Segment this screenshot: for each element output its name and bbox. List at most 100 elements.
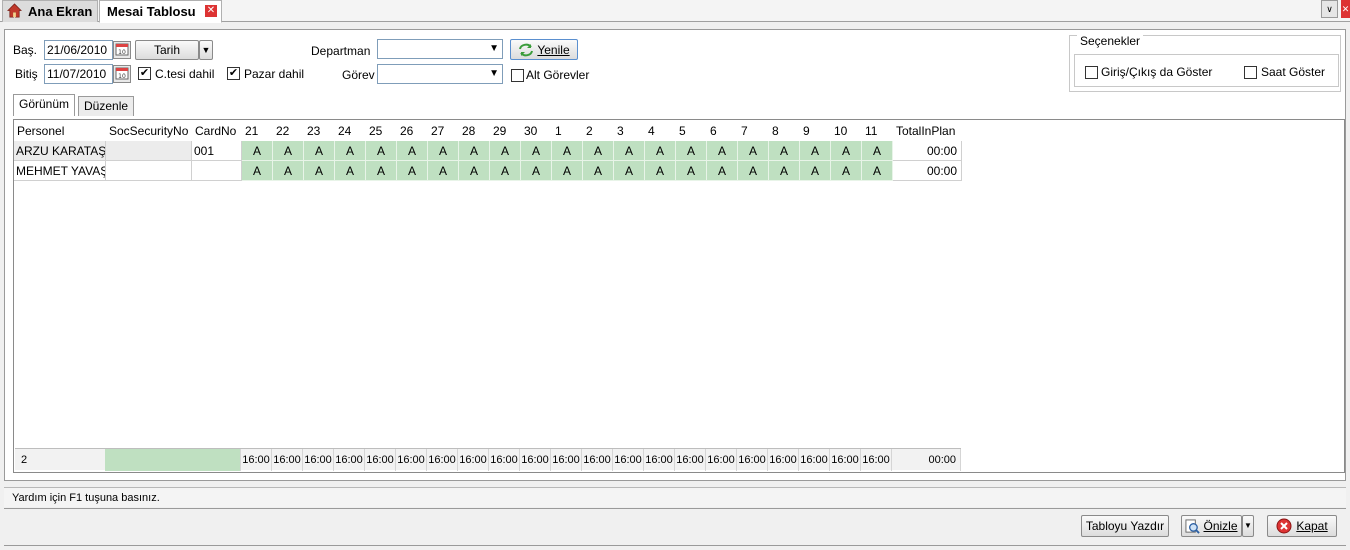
column-header[interactable]: 11 <box>862 121 893 141</box>
show-hours-checkbox[interactable] <box>1244 66 1257 79</box>
day-cell[interactable]: A <box>707 141 738 161</box>
day-cell[interactable]: A <box>521 161 552 181</box>
day-cell[interactable]: A <box>397 161 428 181</box>
column-header[interactable]: 21 <box>242 121 273 141</box>
ssn-cell[interactable] <box>106 161 192 181</box>
role-select[interactable]: ▼ <box>377 64 503 84</box>
close-icon[interactable]: ✕ <box>205 5 217 17</box>
column-header[interactable]: TotalInPlan <box>893 121 962 141</box>
day-cell[interactable]: A <box>583 141 614 161</box>
card-cell[interactable]: 001 <box>192 141 242 161</box>
day-cell[interactable]: A <box>490 161 521 181</box>
column-header[interactable]: 26 <box>397 121 428 141</box>
ssn-cell[interactable] <box>106 141 192 161</box>
day-cell[interactable]: A <box>676 141 707 161</box>
day-cell[interactable]: A <box>304 141 335 161</box>
column-header[interactable]: 1 <box>552 121 583 141</box>
day-cell[interactable]: A <box>335 161 366 181</box>
chevron-down-icon[interactable]: ▼ <box>1242 515 1254 537</box>
column-header[interactable]: Personel <box>14 121 106 141</box>
day-cell[interactable]: A <box>366 161 397 181</box>
show-inout-checkbox[interactable] <box>1085 66 1098 79</box>
refresh-button[interactable]: Yenile <box>510 39 578 60</box>
day-cell[interactable]: A <box>831 161 862 181</box>
end-date-field[interactable]: 11/07/2010 <box>44 64 113 84</box>
day-cell[interactable]: A <box>397 141 428 161</box>
column-header[interactable]: 23 <box>304 121 335 141</box>
day-cell[interactable]: A <box>800 141 831 161</box>
column-header[interactable]: 4 <box>645 121 676 141</box>
day-cell[interactable]: A <box>676 161 707 181</box>
table-row[interactable]: ARZU KARATAŞ 001 A A A A A A A A A A A A A A A A A A A A A 00:0… <box>14 141 964 161</box>
day-cell[interactable]: A <box>614 161 645 181</box>
day-cell[interactable]: A <box>242 161 273 181</box>
column-header[interactable]: 6 <box>707 121 738 141</box>
day-cell[interactable]: A <box>769 161 800 181</box>
day-cell[interactable]: A <box>707 161 738 181</box>
day-cell[interactable]: A <box>645 141 676 161</box>
column-header[interactable]: 8 <box>769 121 800 141</box>
print-table-button[interactable]: Tabloyu Yazdır <box>1081 515 1169 537</box>
day-cell[interactable]: A <box>862 141 893 161</box>
day-cell[interactable]: A <box>831 141 862 161</box>
day-cell[interactable]: A <box>459 141 490 161</box>
day-cell[interactable]: A <box>428 141 459 161</box>
day-cell[interactable]: A <box>738 141 769 161</box>
column-header[interactable]: 30 <box>521 121 552 141</box>
column-header[interactable]: 3 <box>614 121 645 141</box>
calendar-icon[interactable]: 10 <box>113 65 131 83</box>
preview-button[interactable]: Önizle <box>1181 515 1242 537</box>
day-cell[interactable]: A <box>459 161 490 181</box>
day-cell[interactable]: A <box>614 141 645 161</box>
window-close-icon[interactable]: ✕ <box>1341 0 1350 18</box>
day-cell[interactable]: A <box>583 161 614 181</box>
day-cell[interactable]: A <box>800 161 831 181</box>
total-cell[interactable]: 00:00 <box>893 141 962 161</box>
sunday-checkbox[interactable]: ✔ <box>227 67 240 80</box>
total-cell[interactable]: 00:00 <box>893 161 962 181</box>
day-cell[interactable]: A <box>273 161 304 181</box>
day-cell[interactable]: A <box>242 141 273 161</box>
column-header[interactable]: 27 <box>428 121 459 141</box>
column-header[interactable]: 10 <box>831 121 862 141</box>
card-cell[interactable] <box>192 161 242 181</box>
calendar-icon[interactable]: 10 <box>113 41 131 59</box>
day-cell[interactable]: A <box>521 141 552 161</box>
day-cell[interactable]: A <box>645 161 676 181</box>
day-cell[interactable]: A <box>552 161 583 181</box>
day-cell[interactable]: A <box>552 141 583 161</box>
day-cell[interactable]: A <box>273 141 304 161</box>
column-header[interactable]: 7 <box>738 121 769 141</box>
tab-home[interactable]: Ana Ekran <box>2 0 98 22</box>
date-mode-button[interactable]: Tarih <box>135 40 199 60</box>
personnel-cell[interactable]: ARZU KARATAŞ <box>14 141 106 161</box>
subroles-checkbox[interactable] <box>511 69 524 82</box>
day-cell[interactable]: A <box>862 161 893 181</box>
column-header[interactable]: 25 <box>366 121 397 141</box>
day-cell[interactable]: A <box>335 141 366 161</box>
tab-mesai-tablosu[interactable]: Mesai Tablosu ✕ <box>99 0 222 23</box>
tab-duzenle[interactable]: Düzenle <box>78 96 135 116</box>
column-header[interactable]: 29 <box>490 121 521 141</box>
tab-gorunum[interactable]: Görünüm <box>13 94 76 116</box>
chevron-down-icon[interactable]: ▼ <box>199 40 213 60</box>
department-select[interactable]: ▼ <box>377 39 503 59</box>
saturday-checkbox[interactable]: ✔ <box>138 67 151 80</box>
day-cell[interactable]: A <box>738 161 769 181</box>
column-header[interactable]: CardNo <box>192 121 242 141</box>
close-button[interactable]: Kapat <box>1267 515 1337 537</box>
chevron-down-icon[interactable]: ∨ <box>1321 0 1338 18</box>
day-cell[interactable]: A <box>490 141 521 161</box>
column-header[interactable]: 5 <box>676 121 707 141</box>
start-date-field[interactable]: 21/06/2010 <box>44 40 113 60</box>
day-cell[interactable]: A <box>769 141 800 161</box>
column-header[interactable]: 2 <box>583 121 614 141</box>
table-row[interactable]: MEHMET YAVAŞ A A A A A A A A A A A A A A A A A A A A A 00:00 <box>14 161 964 181</box>
column-header[interactable]: 24 <box>335 121 366 141</box>
day-cell[interactable]: A <box>366 141 397 161</box>
column-header[interactable]: 9 <box>800 121 831 141</box>
column-header[interactable]: SocSecurityNo <box>106 121 192 141</box>
personnel-cell[interactable]: MEHMET YAVAŞ <box>14 161 106 181</box>
day-cell[interactable]: A <box>428 161 459 181</box>
column-header[interactable]: 22 <box>273 121 304 141</box>
